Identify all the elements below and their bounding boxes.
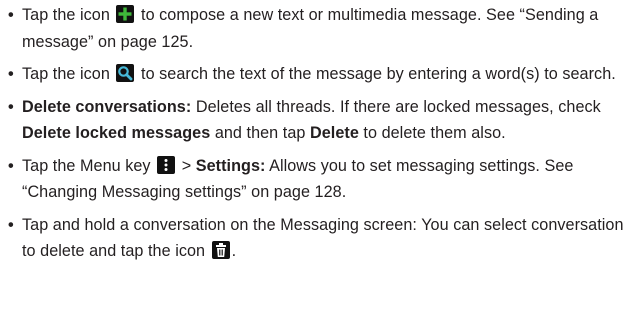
list-item: • Delete conversations: Deletes all thre… <box>8 94 638 147</box>
bullet: • <box>8 215 14 234</box>
bullet-3-text-c: to delete them also. <box>358 124 506 142</box>
bullet: • <box>8 65 14 83</box>
list-item: • Tap the Menu key > Settings: Allows yo… <box>8 153 638 206</box>
delete-locked-messages-term: Delete locked messages <box>22 124 211 142</box>
list-item: • Tap the icon to search the text of the… <box>8 61 638 88</box>
bullet-4-middle: > <box>177 156 196 175</box>
bullet-1-prefix: Tap the icon <box>22 6 110 24</box>
delete-term: Delete <box>309 124 359 142</box>
bullet-3-text-a: Deletes all threads. If there are locked… <box>191 97 601 116</box>
document-body: • Tap the icon to compose a new text or … <box>8 2 638 271</box>
menu-key-icon <box>157 155 176 174</box>
bullet-5-suffix: . <box>231 242 237 260</box>
bullet-2-suffix: to search the text of the message by ent… <box>136 65 616 83</box>
list-item: • Tap the icon to compose a new text or … <box>8 2 638 55</box>
trash-icon <box>211 241 230 259</box>
bullet-5-prefix: Tap and hold a conversation on the Messa… <box>22 215 624 261</box>
bullet-3-text-b: and then tap <box>210 124 310 142</box>
settings-term: Settings: <box>195 156 266 175</box>
bullet-2-prefix: Tap the icon <box>22 65 110 83</box>
bullet: • <box>8 97 14 116</box>
search-icon <box>116 64 135 82</box>
bullet: • <box>8 6 14 24</box>
bullet-4-prefix: Tap the Menu key <box>22 156 151 175</box>
bullet: • <box>8 156 14 175</box>
list-item: • Tap and hold a conversation on the Mes… <box>8 212 638 265</box>
delete-conversations-term: Delete conversations: <box>22 97 192 116</box>
plus-icon <box>116 5 135 23</box>
